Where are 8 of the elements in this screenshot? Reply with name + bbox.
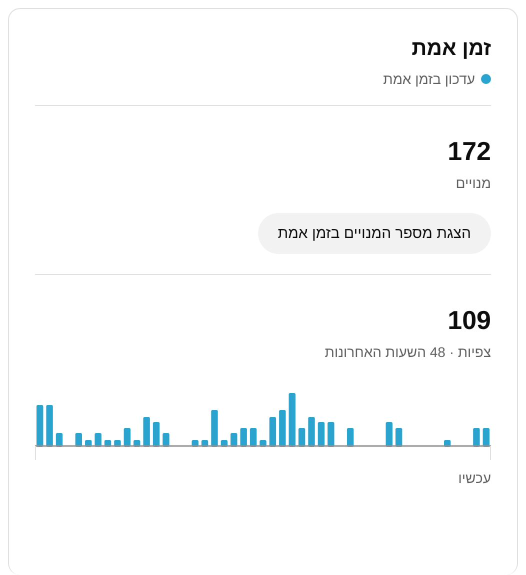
status-text: עדכון בזמן אמת <box>383 71 475 87</box>
card-title: זמן אמת <box>410 37 491 61</box>
views-count: 109 <box>446 305 491 336</box>
subscriber-label: מנויים <box>454 175 491 191</box>
realtime-subscribers-button[interactable]: הצגת מספר המנויים בזמן אמת <box>258 213 491 254</box>
subscriber-count: 172 <box>446 136 491 167</box>
views-label: צפיות · 48 השעות האחרונות <box>324 344 491 360</box>
axis-label: עכשיו <box>458 470 491 486</box>
